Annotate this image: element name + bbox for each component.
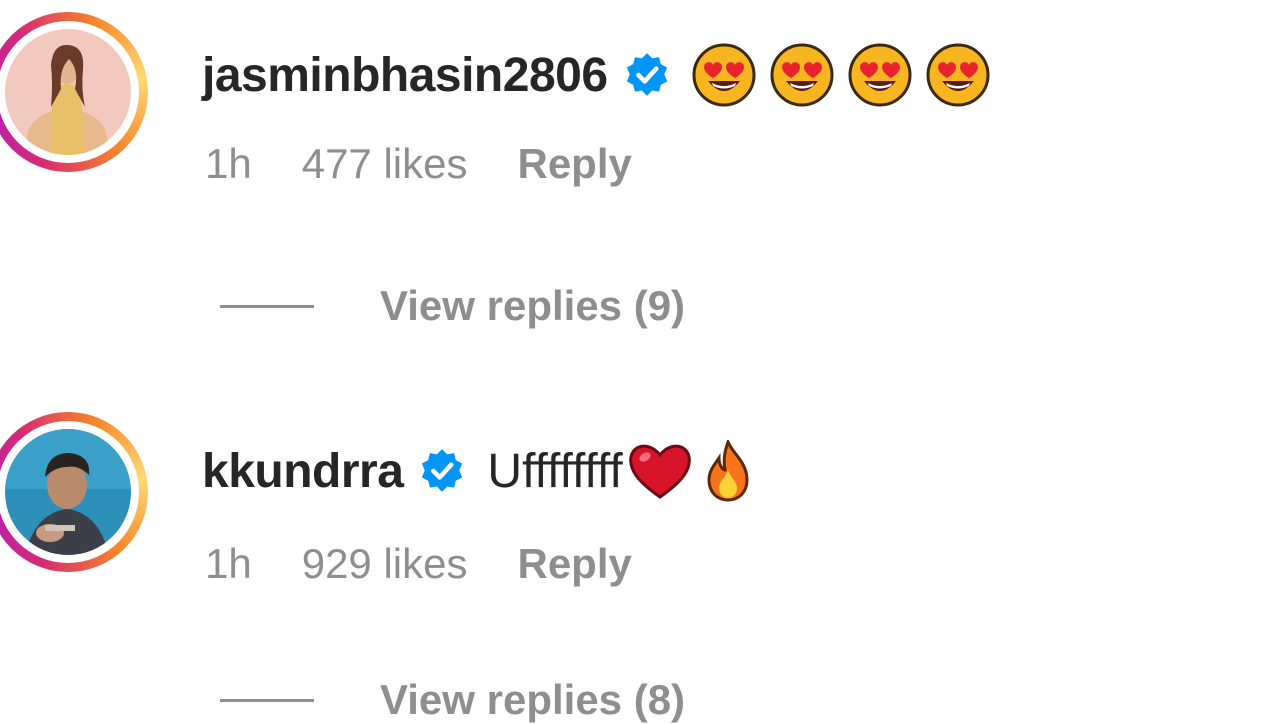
- heart-eyes-emoji: [770, 43, 834, 107]
- heart-eyes-emoji: [692, 43, 756, 107]
- timestamp[interactable]: 1h: [205, 540, 252, 588]
- verified-badge-icon: [626, 53, 667, 96]
- story-ring[interactable]: [0, 12, 148, 172]
- comment-meta: 1h 477 likes Reply: [205, 140, 632, 188]
- comment-header: kkundrra Uffffffff: [202, 436, 753, 506]
- comment-meta: 1h 929 likes Reply: [205, 540, 632, 588]
- username-link[interactable]: kkundrra: [202, 444, 404, 499]
- likes-count[interactable]: 477 likes: [302, 140, 468, 188]
- view-replies-button[interactable]: View replies (8): [220, 676, 685, 724]
- view-replies-button[interactable]: View replies (9): [220, 282, 685, 330]
- comment-text: Uffffffff: [487, 444, 623, 498]
- red-heart-emoji: [627, 441, 693, 501]
- story-ring[interactable]: [0, 412, 148, 572]
- heart-eyes-emoji: [926, 43, 990, 107]
- avatar[interactable]: [5, 29, 131, 155]
- username-link[interactable]: jasminbhasin2806: [202, 48, 608, 103]
- verified-badge-icon: [422, 449, 463, 492]
- timestamp[interactable]: 1h: [205, 140, 252, 188]
- divider-line: [220, 698, 314, 702]
- view-replies-label: View replies (8): [380, 676, 686, 723]
- reply-button[interactable]: Reply: [517, 540, 631, 588]
- view-replies-label: View replies (9): [380, 282, 686, 329]
- divider-line: [220, 304, 314, 308]
- reply-button[interactable]: Reply: [517, 140, 631, 188]
- comment-header: jasminbhasin2806: [202, 40, 990, 110]
- fire-emoji: [703, 440, 753, 502]
- heart-eyes-emoji: [848, 43, 912, 107]
- avatar[interactable]: [5, 429, 131, 555]
- likes-count[interactable]: 929 likes: [302, 540, 468, 588]
